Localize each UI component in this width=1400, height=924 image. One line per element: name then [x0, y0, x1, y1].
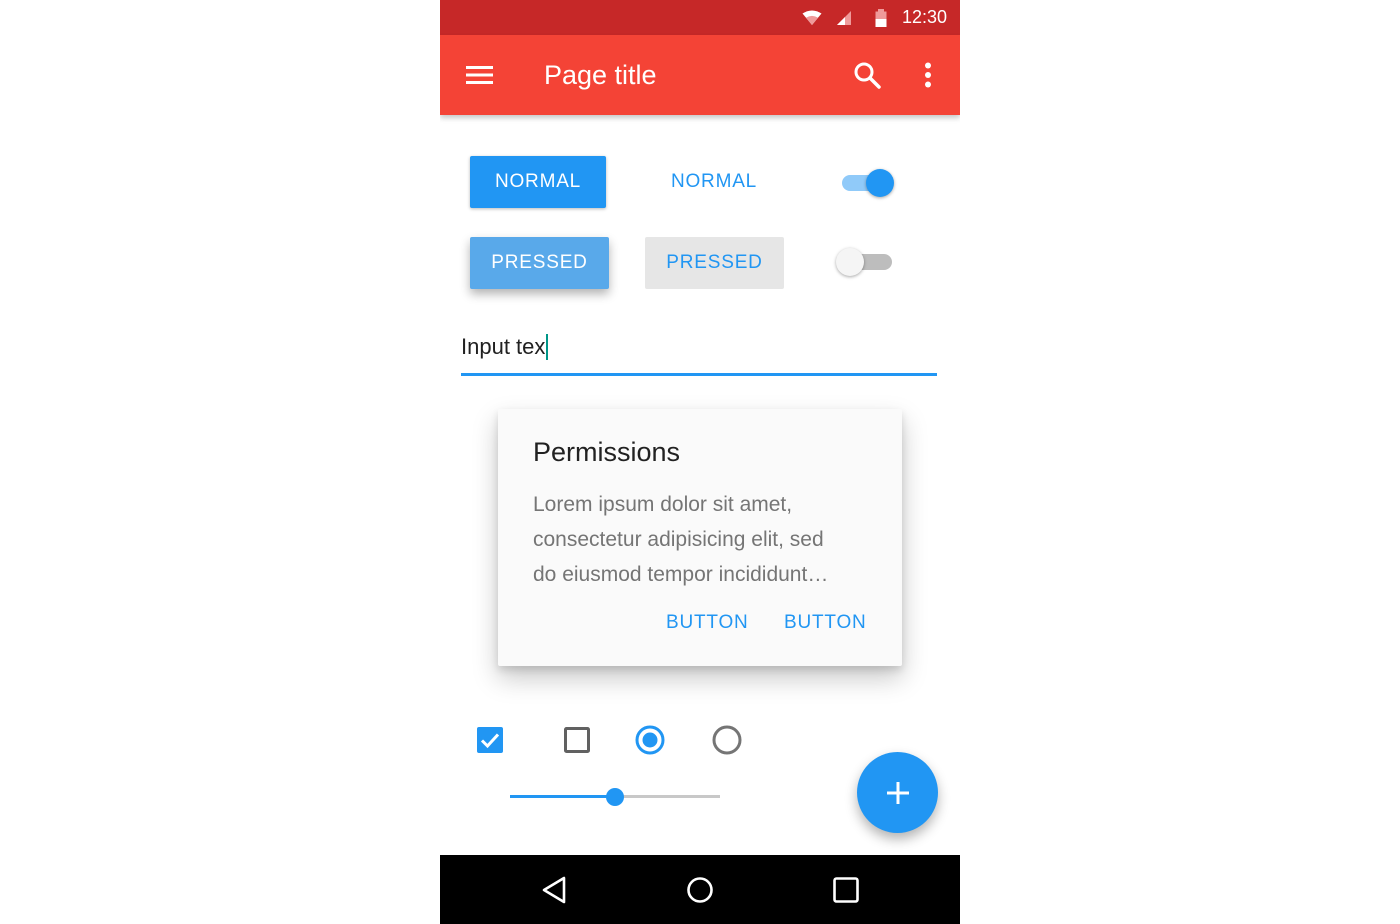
search-icon[interactable] [843, 35, 891, 115]
status-bar: 12:30 [440, 0, 960, 35]
text-input-value: Input tex [461, 334, 549, 360]
add-fab-button[interactable] [857, 752, 938, 833]
radio-unselected[interactable] [710, 723, 744, 757]
wifi-icon [802, 0, 822, 35]
add-icon [886, 781, 909, 804]
text-cursor [546, 334, 549, 360]
flat-button-normal[interactable]: NORMAL [646, 156, 782, 208]
dialog-title: Permissions [533, 437, 681, 467]
switch-thumb [866, 169, 894, 197]
phone-screen: 12:30 Page title NORMAL NORMAL PRESSED P… [440, 0, 960, 924]
raised-button-normal[interactable]: NORMAL [470, 156, 606, 208]
dialog-body-line: consectetur adipisicing elit, sed [533, 528, 824, 551]
dialog-button-2[interactable]: BUTTON [784, 607, 867, 639]
radio-selected[interactable] [633, 723, 667, 757]
status-time: 12:30 [901, 7, 947, 27]
slider-fill [510, 795, 615, 798]
more-vert-icon[interactable] [904, 35, 952, 115]
slider-thumb[interactable] [606, 788, 624, 806]
switch-thumb [836, 248, 864, 276]
battery-icon [874, 0, 888, 35]
dialog-body-line: Lorem ipsum dolor sit amet, [533, 493, 793, 516]
dialog-body: Lorem ipsum dolor sit amet, consectetur … [533, 487, 873, 592]
slider[interactable] [510, 784, 720, 810]
nav-bar [440, 855, 960, 924]
dialog-button-1[interactable]: BUTTON [666, 607, 749, 639]
dialog-body-line: do eiusmod tempor incididunt… [533, 563, 829, 586]
switch-off[interactable] [836, 245, 896, 277]
app-bar: Page title [440, 35, 960, 115]
raised-button-pressed[interactable]: PRESSED [470, 237, 609, 289]
switch-on[interactable] [840, 166, 896, 198]
menu-icon[interactable] [456, 35, 504, 115]
home-icon[interactable] [670, 855, 730, 924]
checkbox-unchecked[interactable] [561, 724, 593, 756]
signal-icon [836, 0, 852, 35]
flat-button-pressed[interactable]: PRESSED [645, 237, 784, 289]
checkbox-checked[interactable] [474, 724, 506, 756]
permissions-dialog: Permissions Lorem ipsum dolor sit amet, … [498, 409, 902, 666]
text-input[interactable]: Input tex [461, 326, 937, 376]
text-input-text: Input tex [461, 334, 546, 359]
page-title: Page title [544, 60, 657, 90]
recents-icon[interactable] [816, 855, 876, 924]
back-icon[interactable] [525, 855, 585, 924]
